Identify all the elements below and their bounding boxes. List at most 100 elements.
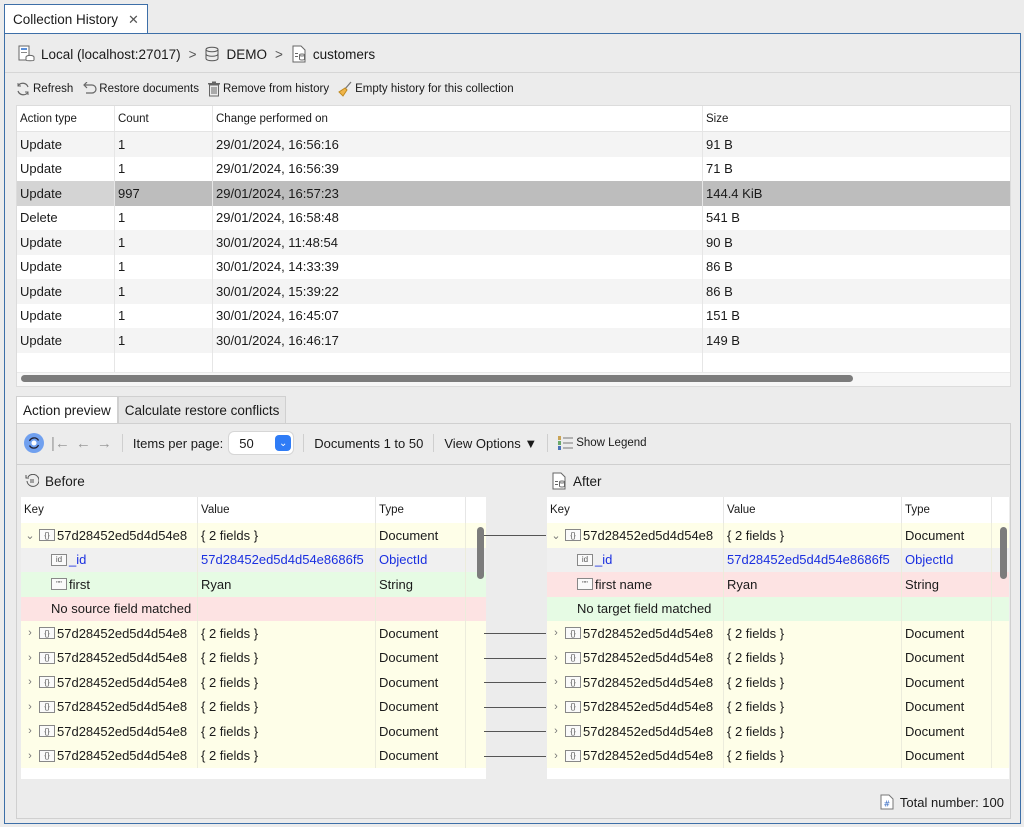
tree-row[interactable]: "" first name Ryan String [547,572,1009,597]
chevron-right-icon[interactable]: › [21,701,39,713]
empty-history-button[interactable]: Empty history for this collection [337,81,514,97]
tree-row[interactable]: ⌄{} 57d28452ed5d4d54e8{ 2 fields } Documen… [547,523,1009,548]
chevron-right-icon[interactable]: › [547,652,565,664]
key-text: first [69,576,90,592]
chevron-right-icon[interactable]: › [21,627,39,639]
tab-action-preview[interactable]: Action preview [16,396,118,424]
history-row[interactable]: Update 1 29/01/2024, 16:56:16 91 B [17,132,1010,157]
history-row[interactable]: Update 1 29/01/2024, 16:56:39 71 B [17,156,1010,181]
tree-row[interactable]: ›{} 57d28452ed5d4d54e8{ 2 fields } Documen… [547,719,1009,744]
tree-row[interactable]: ›{} 57d28452ed5d4d54e8{ 2 fields } Documen… [21,621,486,646]
key-cell: No target field matched [547,596,724,621]
chevron-right-icon[interactable]: › [21,725,39,737]
items-per-page-select[interactable]: 50 ⌄ [229,432,294,454]
breadcrumb-collection[interactable]: customers [313,47,375,62]
value-cell: { 2 fields } [724,743,902,768]
next-page-icon[interactable]: → [97,435,112,452]
divider [303,434,305,452]
chevron-right-icon[interactable]: › [21,652,39,664]
diff-connector-line [484,657,546,659]
column-header-type[interactable]: Type [376,497,466,523]
history-row[interactable]: Update 1 30/01/2024, 16:46:17 149 B [17,328,1010,353]
value-cell [724,596,902,621]
tree-row[interactable]: ›{} 57d28452ed5d4d54e8{ 2 fields } Documen… [547,621,1009,646]
tree-row[interactable]: id _id 57d28452ed5d4d54e8686f5 ObjectId [21,547,486,572]
tree-row[interactable]: id _id 57d28452ed5d4d54e8686f5 ObjectId [547,547,1009,572]
tree-row[interactable]: ›{} 57d28452ed5d4d54e8{ 2 fields } Documen… [21,694,486,719]
horizontal-scrollbar-thumb[interactable] [21,375,853,382]
value-cell: { 2 fields } [724,645,902,670]
remove-from-history-button[interactable]: Remove from history [207,81,329,97]
tree-row[interactable]: No source field matched [21,596,486,621]
date-cell: 30/01/2024, 15:39:22 [213,279,703,304]
before-vertical-scrollbar[interactable] [477,527,484,579]
tree-row[interactable]: ›{} 57d28452ed5d4d54e8{ 2 fields } Documen… [547,743,1009,768]
tree-row[interactable]: ›{} 57d28452ed5d4d54e8{ 2 fields } Documen… [547,670,1009,695]
chevron-right-icon[interactable]: › [21,750,39,762]
column-header-key[interactable]: Key [21,497,198,523]
tree-row[interactable]: ›{} 57d28452ed5d4d54e8{ 2 fields } Documen… [21,719,486,744]
column-header-value[interactable]: Value [724,497,902,523]
refresh-preview-icon[interactable] [23,432,45,454]
column-header-type[interactable]: Type [902,497,992,523]
restore-documents-button[interactable]: Restore documents [81,82,199,96]
action-type-cell: Update [17,279,115,304]
documents-range: Documents 1 to 50 [314,435,424,451]
type-cell: ObjectId [902,547,992,572]
chevron-right-icon[interactable]: › [547,676,565,688]
key-cell: ›{} 57d28452ed5d4d54e8 [547,743,724,768]
tree-row[interactable]: ›{} 57d28452ed5d4d54e8{ 2 fields } Documen… [21,670,486,695]
column-header-value[interactable]: Value [198,497,376,523]
string-icon: "" [51,578,67,591]
breadcrumb-server[interactable]: Local (localhost:27017) [41,47,181,62]
history-row[interactable]: Update 1 30/01/2024, 15:39:22 86 B [17,279,1010,304]
diff-connector-line [484,633,546,635]
tree-row[interactable]: No target field matched [547,596,1009,621]
tree-row[interactable]: ›{} 57d28452ed5d4d54e8{ 2 fields } Documen… [21,743,486,768]
tree-row[interactable]: ›{} 57d28452ed5d4d54e8{ 2 fields } Documen… [21,645,486,670]
tree-row[interactable]: ›{} 57d28452ed5d4d54e8{ 2 fields } Documen… [547,694,1009,719]
value-cell: 57d28452ed5d4d54e8686f5 [724,547,902,572]
action-type-cell: Update [17,132,115,157]
value-cell: { 2 fields } [198,743,376,768]
history-row[interactable]: Update 1 30/01/2024, 14:33:39 86 B [17,254,1010,279]
show-legend-button[interactable]: Show Legend [558,436,647,450]
objectid-icon: id [577,553,593,566]
document-object-icon: {} [565,725,581,738]
history-row[interactable]: Update 997 29/01/2024, 16:57:23 144.4 KiB [17,181,1010,206]
previous-page-icon[interactable]: ← [76,435,91,452]
view-options-button[interactable]: View Options ▼ [444,436,537,451]
bottom-tabs: Action preview Calculate restore conflic… [16,396,287,424]
column-header-change-performed-on[interactable]: Change performed on [213,106,703,131]
tree-row[interactable]: ›{} 57d28452ed5d4d54e8{ 2 fields } Documen… [547,645,1009,670]
date-cell: 30/01/2024, 14:33:39 [213,254,703,279]
column-header-count[interactable]: Count [115,106,213,131]
tree-row[interactable]: "" first Ryan String [21,572,486,597]
tab-collection-history[interactable]: Collection History ✕ [4,4,148,34]
tab-calculate-restore-conflicts[interactable]: Calculate restore conflicts [117,396,287,424]
tree-row[interactable]: ⌄{} 57d28452ed5d4d54e8{ 2 fields } Documen… [21,523,486,548]
chevron-right-icon[interactable]: › [547,701,565,713]
refresh-button[interactable]: Refresh [15,81,73,97]
first-page-icon[interactable]: |← [51,435,70,452]
chevron-down-icon[interactable]: ⌄ [21,529,39,542]
after-vertical-scrollbar[interactable] [1000,527,1007,579]
horizontal-scrollbar-track[interactable] [17,372,1010,386]
column-header-action-type[interactable]: Action type [17,106,115,131]
action-type-cell: Update [17,230,115,255]
action-type-cell: Update [17,181,115,206]
key-cell: "" first name [547,572,724,597]
column-header-size[interactable]: Size [703,106,1010,131]
history-row[interactable]: Update 1 30/01/2024, 11:48:54 90 B [17,230,1010,255]
history-row[interactable]: Update 1 30/01/2024, 16:45:07 151 B [17,303,1010,328]
chevron-right-icon[interactable]: › [547,725,565,737]
breadcrumb-database[interactable]: DEMO [226,47,267,62]
chevron-right-icon[interactable]: › [547,627,565,639]
key-text: 57d28452ed5d4d54e8 [583,650,714,666]
history-row[interactable]: Delete 1 29/01/2024, 16:58:48 541 B [17,205,1010,230]
chevron-right-icon[interactable]: › [547,750,565,762]
chevron-down-icon[interactable]: ⌄ [547,529,565,542]
close-icon[interactable]: ✕ [128,12,139,28]
column-header-key[interactable]: Key [547,497,724,523]
chevron-right-icon[interactable]: › [21,676,39,688]
